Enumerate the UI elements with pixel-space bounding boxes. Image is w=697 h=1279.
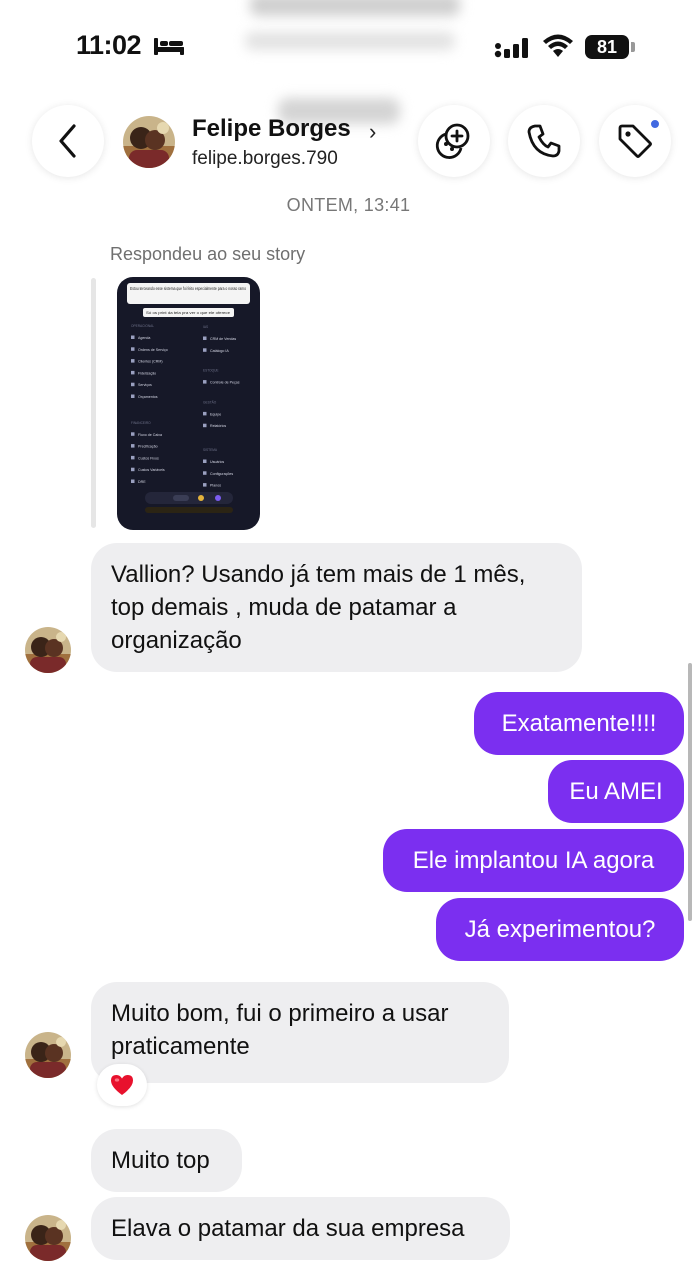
story-menu-item: Serviços	[138, 383, 152, 387]
story-menu-item: Equipe	[210, 412, 221, 416]
story-menu-icon	[131, 359, 135, 363]
message-reaction[interactable]	[97, 1064, 147, 1106]
scrollbar[interactable]	[688, 663, 692, 921]
story-left-menu: OPERACIONAL Agenda Ordens de Serviço Client…	[131, 324, 168, 484]
effects-icon	[435, 123, 470, 159]
story-menu-item: Fluxo de Caixa	[138, 433, 162, 437]
cellular-signal-icon	[494, 36, 532, 63]
call-button[interactable]	[508, 105, 580, 177]
story-menu-item: Custos Variáveis	[138, 468, 165, 472]
story-menu-icon	[203, 483, 207, 487]
story-preview[interactable]: Estou terceando esse sistema que foi fei…	[117, 277, 260, 530]
sender-avatar[interactable]	[25, 1032, 71, 1078]
story-subline: Só os print da tela pra ver o que ele of…	[146, 311, 230, 315]
wifi-icon	[541, 33, 575, 64]
story-menu-item: CRM de Vendas	[210, 337, 236, 341]
story-menu-icon	[203, 411, 207, 416]
story-menu-section: OPERACIONAL	[131, 324, 154, 328]
story-menu-icon	[203, 336, 207, 340]
story-menu-item: Catálogo IA	[210, 349, 229, 353]
story-menu-icon	[131, 347, 135, 351]
story-menu-item: Agenda	[138, 336, 150, 340]
story-menu-item: Configurações	[210, 472, 233, 476]
story-menu-icon	[203, 471, 207, 475]
story-menu-icon	[131, 455, 135, 460]
story-menu-icon	[131, 394, 135, 398]
battery-indicator: 81	[585, 35, 629, 59]
sender-avatar[interactable]	[25, 1215, 71, 1261]
message-bubble-outgoing[interactable]: Já experimentou?	[436, 898, 684, 961]
story-right-menu: IAS CRM de Vendas Catálogo IA ESTOQUE Contro…	[203, 325, 240, 488]
story-menu-icon	[203, 380, 207, 384]
profile-chevron-icon[interactable]: ›	[369, 119, 376, 145]
notification-dot	[649, 118, 661, 130]
story-menu-section: FINANCEIRO	[131, 421, 151, 425]
story-menu-item: Precificação	[138, 445, 158, 449]
heart-emoji-icon	[111, 1075, 133, 1095]
tag-icon	[618, 124, 652, 158]
story-menu-section: IAS	[203, 325, 208, 329]
message-bubble-outgoing[interactable]: Eu AMEI	[548, 760, 684, 823]
story-menu-item: Clientes (CRM)	[138, 360, 163, 364]
back-chevron-icon	[59, 124, 76, 158]
blurred-background-text	[245, 32, 455, 50]
message-bubble-outgoing[interactable]: Ele implantou IA agora	[383, 829, 684, 892]
message-bubble-incoming[interactable]: Vallion? Usando já tem mais de 1 mês, to…	[91, 543, 582, 672]
phone-icon	[527, 124, 561, 158]
story-menu-icon	[131, 370, 135, 375]
status-time: 11:02	[76, 30, 142, 60]
story-menu-icon	[131, 382, 135, 387]
story-reply-bar	[91, 278, 96, 528]
story-menu-section: ESTOQUE	[203, 369, 219, 373]
story-menu-section: SISTEMA	[203, 448, 218, 452]
story-menu-item: DRE	[138, 480, 146, 484]
sleep-focus-icon	[153, 36, 185, 61]
contact-avatar[interactable]	[123, 116, 175, 168]
story-menu-item: Usuários	[210, 460, 224, 464]
message-bubble-incoming[interactable]: Elava o patamar da sua empresa	[91, 1197, 510, 1260]
story-menu-item: Controle de Peças	[210, 381, 240, 385]
blurred-background-text	[250, 0, 460, 16]
contact-username[interactable]: felipe.borges.790	[192, 148, 338, 170]
message-bubble-incoming[interactable]: Muito top	[91, 1129, 242, 1192]
story-menu-icon	[203, 423, 207, 428]
story-menu-icon	[131, 335, 135, 339]
story-menu-icon	[203, 348, 207, 352]
story-menu-item: Fidelização	[138, 371, 156, 375]
story-menu-icon	[203, 459, 207, 463]
effects-button[interactable]	[418, 105, 490, 177]
contact-name[interactable]: Felipe Borges	[192, 115, 351, 143]
story-menu-item: Ordens de Serviço	[138, 348, 168, 352]
story-menu-item: Custos Fixos	[138, 456, 159, 460]
story-menu-item: Orçamentos	[138, 395, 158, 399]
story-menu-icon	[131, 479, 135, 483]
conversation-timestamp: ONTEM, 13:41	[286, 195, 411, 215]
story-menu-item: Relatórios	[210, 424, 226, 428]
back-button[interactable]	[32, 105, 104, 177]
story-menu-icon	[131, 444, 135, 448]
story-headline: Estou terceando esse sistema que foi fei…	[130, 286, 246, 291]
battery-cap	[631, 42, 635, 52]
story-menu-item: Planos	[210, 484, 221, 488]
message-bubble-outgoing[interactable]: Exatamente!!!!	[474, 692, 684, 755]
story-menu-section: GESTÃO	[203, 399, 217, 404]
tag-button[interactable]	[599, 105, 671, 177]
story-reply-caption: Respondeu ao seu story	[110, 244, 306, 264]
sender-avatar[interactable]	[25, 627, 71, 673]
story-menu-icon	[131, 467, 135, 472]
message-bubble-incoming[interactable]: Muito bom, fui o primeiro a usar pratica…	[91, 982, 509, 1083]
story-menu-icon	[131, 432, 135, 436]
